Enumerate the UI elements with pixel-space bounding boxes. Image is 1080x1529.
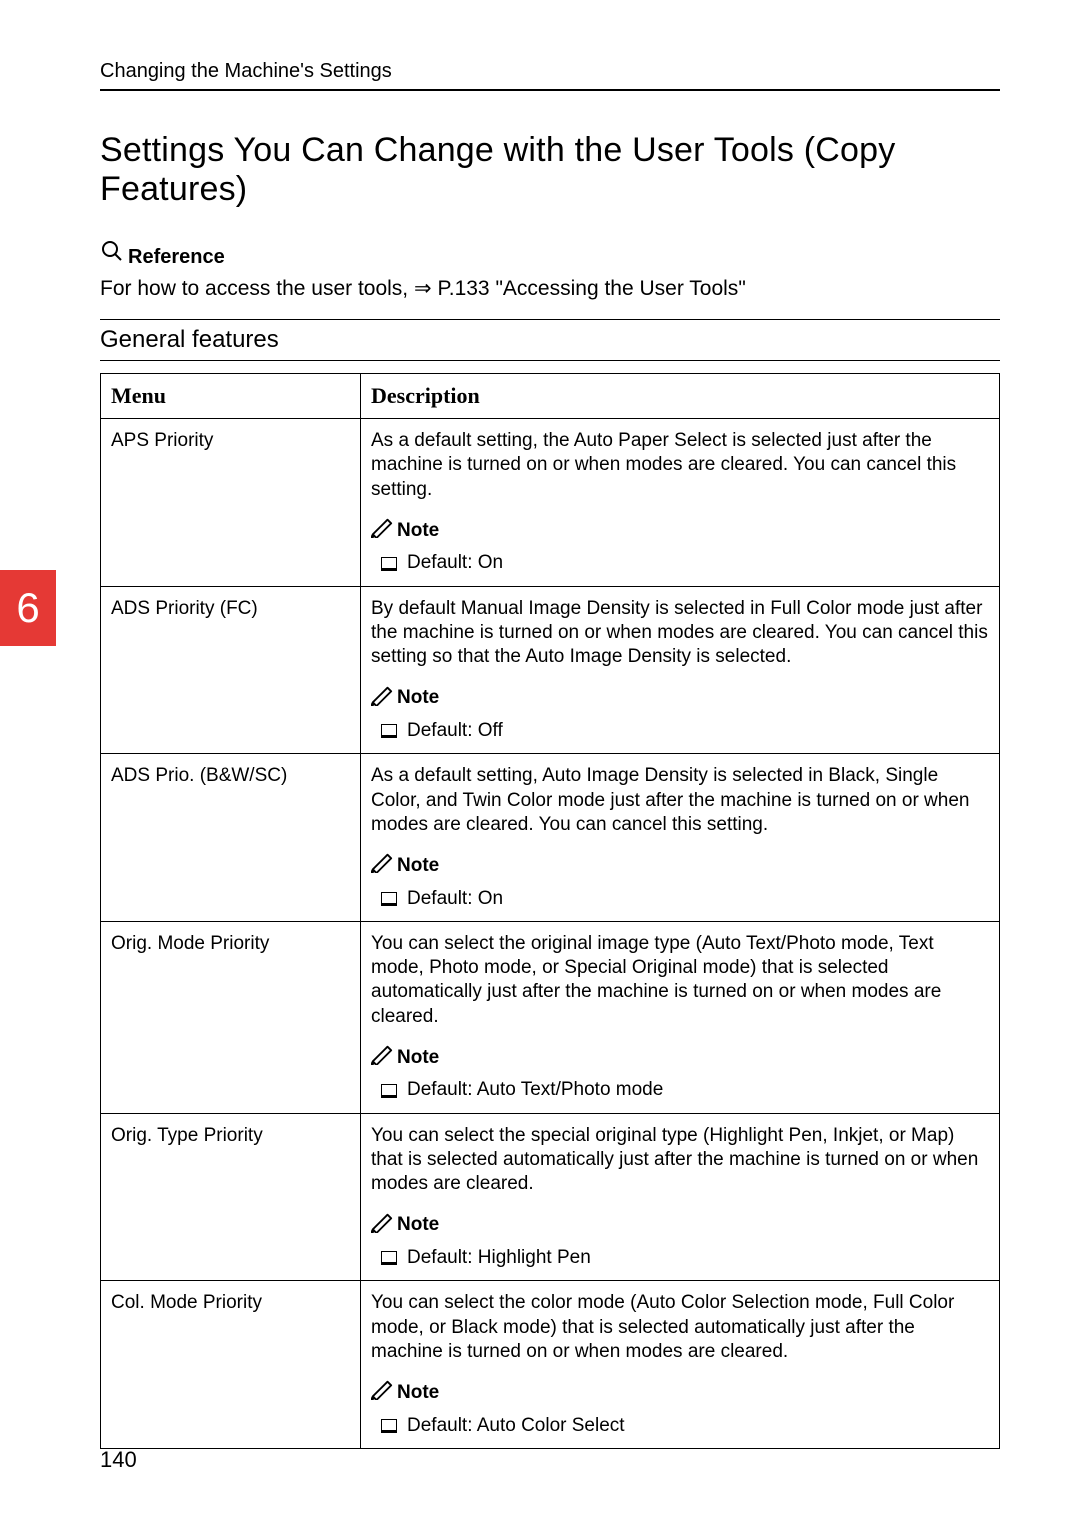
features-table: Menu Description APS Priority As a defau… (100, 373, 1000, 1449)
note-label: Note (397, 1381, 439, 1405)
menu-text: APS Priority (111, 430, 213, 451)
note-heading: Note (371, 516, 991, 545)
desc-text: You can select the special original type… (371, 1124, 991, 1197)
section-title: General features (100, 324, 1000, 356)
note-label: Note (397, 519, 439, 543)
note-label: Note (397, 1213, 439, 1237)
note-label: Note (397, 854, 439, 878)
note-label: Note (397, 686, 439, 710)
quote-close: " (738, 277, 745, 300)
table-header-row: Menu Description (101, 374, 1000, 419)
desc-text: By default Manual Image Density is selec… (371, 597, 991, 670)
desc-text: You can select the color mode (Auto Colo… (371, 1291, 991, 1364)
reference-label: Reference (100, 239, 1000, 270)
quote-open: " (495, 277, 502, 300)
default-line: Default: Auto Color Select (371, 1414, 991, 1438)
bullet-icon (381, 892, 397, 906)
bullet-icon (381, 1419, 397, 1433)
bullet-icon (381, 1251, 397, 1265)
note-icon (371, 1043, 393, 1072)
default-line: Default: Off (371, 719, 991, 743)
desc-text: As a default setting, the Auto Paper Sel… (371, 429, 991, 502)
note-heading: Note (371, 1043, 991, 1072)
note-heading: Note (371, 851, 991, 880)
reference-link: Accessing the User Tools (503, 277, 738, 300)
menu-text: ADS Prio. (B&W/SC) (111, 765, 287, 786)
table-row: APS Priority As a default setting, the A… (101, 419, 1000, 587)
default-text: Default: Auto Color Select (407, 1414, 625, 1438)
reference-label-text: Reference (128, 246, 225, 269)
default-text: Default: Off (407, 719, 503, 743)
chapter-tab: 6 (0, 570, 56, 646)
note-heading: Note (371, 684, 991, 713)
desc-cell: As a default setting, Auto Image Density… (361, 754, 1000, 922)
menu-text: ADS Priority (FC) (111, 598, 258, 619)
reference-body-pre: For how to access the user tools, (100, 277, 414, 300)
note-heading: Note (371, 1378, 991, 1407)
menu-cell: ADS Priority (FC) (101, 586, 361, 754)
note-icon (371, 1211, 393, 1240)
col-header-menu: Menu (101, 374, 361, 419)
reference-body-mid: P.133 (437, 277, 495, 300)
default-text: Default: On (407, 551, 503, 575)
page: Changing the Machine's Settings Settings… (0, 0, 1080, 1529)
default-text: Default: Highlight Pen (407, 1246, 591, 1270)
note-icon (371, 516, 393, 545)
default-line: Default: On (371, 887, 991, 911)
arrow-icon: ⇒ (414, 277, 432, 300)
default-text: Default: Auto Text/Photo mode (407, 1078, 663, 1102)
bullet-icon (381, 557, 397, 571)
section-rule-bottom (100, 360, 1000, 361)
note-icon (371, 1378, 393, 1407)
page-title: Settings You Can Change with the User To… (100, 131, 1000, 209)
table-row: Orig. Type Priority You can select the s… (101, 1113, 1000, 1281)
note-icon (371, 684, 393, 713)
default-text: Default: On (407, 887, 503, 911)
note-label: Note (397, 1046, 439, 1070)
menu-cell: Orig. Type Priority (101, 1113, 361, 1281)
default-line: Default: On (371, 551, 991, 575)
desc-cell: You can select the original image type (… (361, 921, 1000, 1113)
table-row: ADS Priority (FC) By default Manual Imag… (101, 586, 1000, 754)
menu-text: Orig. Mode Priority (111, 933, 269, 954)
desc-text: You can select the original image type (… (371, 932, 991, 1029)
menu-text: Orig. Type Priority (111, 1125, 263, 1146)
bullet-icon (381, 1084, 397, 1098)
menu-text: Col. Mode Priority (111, 1292, 262, 1313)
table-row: Orig. Mode Priority You can select the o… (101, 921, 1000, 1113)
menu-cell: ADS Prio. (B&W/SC) (101, 754, 361, 922)
desc-cell: You can select the color mode (Auto Colo… (361, 1281, 1000, 1449)
desc-text: As a default setting, Auto Image Density… (371, 764, 991, 837)
note-icon (371, 851, 393, 880)
desc-cell: As a default setting, the Auto Paper Sel… (361, 419, 1000, 587)
menu-cell: Col. Mode Priority (101, 1281, 361, 1449)
col-header-desc: Description (361, 374, 1000, 419)
default-line: Default: Auto Text/Photo mode (371, 1078, 991, 1102)
default-line: Default: Highlight Pen (371, 1246, 991, 1270)
desc-cell: You can select the special original type… (361, 1113, 1000, 1281)
reference-block: Reference For how to access the user too… (100, 239, 1000, 301)
bullet-icon (381, 724, 397, 738)
table-row: Col. Mode Priority You can select the co… (101, 1281, 1000, 1449)
desc-cell: By default Manual Image Density is selec… (361, 586, 1000, 754)
header-rule (100, 89, 1000, 91)
running-head: Changing the Machine's Settings (100, 60, 1000, 83)
menu-cell: APS Priority (101, 419, 361, 587)
reference-icon (100, 239, 124, 270)
menu-cell: Orig. Mode Priority (101, 921, 361, 1113)
note-heading: Note (371, 1211, 991, 1240)
section-rule-top (100, 319, 1000, 320)
page-number: 140 (100, 1447, 137, 1473)
reference-body: For how to access the user tools, ⇒ P.13… (100, 276, 1000, 301)
table-row: ADS Prio. (B&W/SC) As a default setting,… (101, 754, 1000, 922)
